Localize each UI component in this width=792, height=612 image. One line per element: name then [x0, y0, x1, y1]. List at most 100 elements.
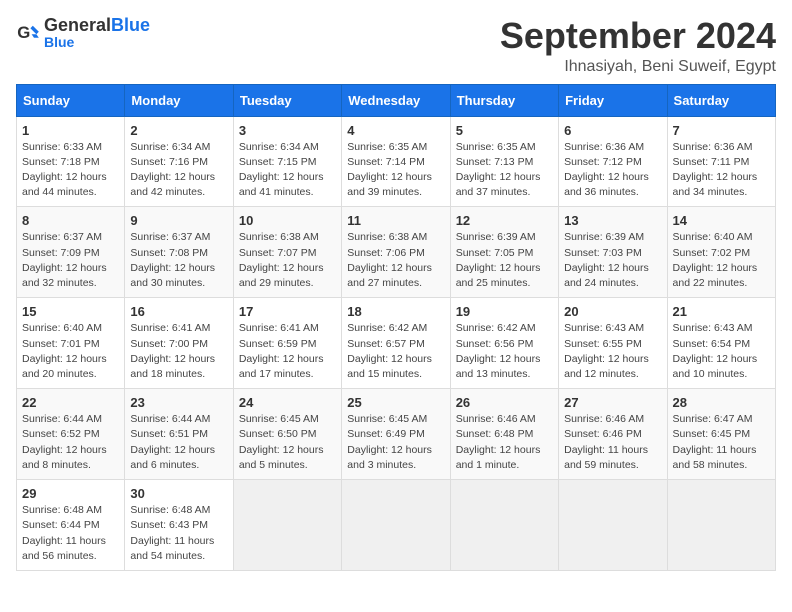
day-cell-30: 30 Sunrise: 6:48 AMSunset: 6:43 PMDaylig…	[125, 480, 233, 571]
day-cell-7: 7 Sunrise: 6:36 AMSunset: 7:11 PMDayligh…	[667, 116, 775, 207]
day-cell-6: 6 Sunrise: 6:36 AMSunset: 7:12 PMDayligh…	[559, 116, 667, 207]
day-info: Sunrise: 6:44 AMSunset: 6:52 PMDaylight:…	[22, 412, 119, 473]
day-number: 21	[673, 304, 770, 319]
day-info: Sunrise: 6:40 AMSunset: 7:01 PMDaylight:…	[22, 321, 119, 382]
day-number: 30	[130, 486, 227, 501]
day-info: Sunrise: 6:42 AMSunset: 6:56 PMDaylight:…	[456, 321, 553, 382]
day-info: Sunrise: 6:35 AMSunset: 7:13 PMDaylight:…	[456, 140, 553, 201]
calendar-header-row: Sunday Monday Tuesday Wednesday Thursday…	[17, 84, 776, 116]
day-info: Sunrise: 6:41 AMSunset: 7:00 PMDaylight:…	[130, 321, 227, 382]
day-number: 10	[239, 213, 336, 228]
day-number: 4	[347, 123, 444, 138]
day-number: 15	[22, 304, 119, 319]
day-cell-26: 26 Sunrise: 6:46 AMSunset: 6:48 PMDaylig…	[450, 389, 558, 480]
day-info: Sunrise: 6:46 AMSunset: 6:48 PMDaylight:…	[456, 412, 553, 473]
day-number: 27	[564, 395, 661, 410]
day-info: Sunrise: 6:42 AMSunset: 6:57 PMDaylight:…	[347, 321, 444, 382]
day-info: Sunrise: 6:44 AMSunset: 6:51 PMDaylight:…	[130, 412, 227, 473]
day-info: Sunrise: 6:45 AMSunset: 6:50 PMDaylight:…	[239, 412, 336, 473]
day-info: Sunrise: 6:34 AMSunset: 7:16 PMDaylight:…	[130, 140, 227, 201]
day-cell-23: 23 Sunrise: 6:44 AMSunset: 6:51 PMDaylig…	[125, 389, 233, 480]
header-saturday: Saturday	[667, 84, 775, 116]
day-number: 11	[347, 213, 444, 228]
day-number: 19	[456, 304, 553, 319]
day-cell-empty	[342, 480, 450, 571]
day-cell-empty	[233, 480, 341, 571]
day-number: 1	[22, 123, 119, 138]
calendar-table: Sunday Monday Tuesday Wednesday Thursday…	[16, 84, 776, 571]
day-cell-8: 8 Sunrise: 6:37 AMSunset: 7:09 PMDayligh…	[17, 207, 125, 298]
day-info: Sunrise: 6:41 AMSunset: 6:59 PMDaylight:…	[239, 321, 336, 382]
day-cell-15: 15 Sunrise: 6:40 AMSunset: 7:01 PMDaylig…	[17, 298, 125, 389]
header-wednesday: Wednesday	[342, 84, 450, 116]
day-number: 22	[22, 395, 119, 410]
day-info: Sunrise: 6:37 AMSunset: 7:09 PMDaylight:…	[22, 230, 119, 291]
day-number: 8	[22, 213, 119, 228]
day-number: 25	[347, 395, 444, 410]
day-cell-empty	[667, 480, 775, 571]
day-cell-12: 12 Sunrise: 6:39 AMSunset: 7:05 PMDaylig…	[450, 207, 558, 298]
day-cell-10: 10 Sunrise: 6:38 AMSunset: 7:07 PMDaylig…	[233, 207, 341, 298]
day-cell-17: 17 Sunrise: 6:41 AMSunset: 6:59 PMDaylig…	[233, 298, 341, 389]
day-number: 28	[673, 395, 770, 410]
day-cell-22: 22 Sunrise: 6:44 AMSunset: 6:52 PMDaylig…	[17, 389, 125, 480]
day-number: 9	[130, 213, 227, 228]
logo: G GeneralBlue Blue	[16, 16, 150, 50]
day-cell-18: 18 Sunrise: 6:42 AMSunset: 6:57 PMDaylig…	[342, 298, 450, 389]
day-info: Sunrise: 6:39 AMSunset: 7:03 PMDaylight:…	[564, 230, 661, 291]
day-info: Sunrise: 6:33 AMSunset: 7:18 PMDaylight:…	[22, 140, 119, 201]
day-cell-9: 9 Sunrise: 6:37 AMSunset: 7:08 PMDayligh…	[125, 207, 233, 298]
day-cell-2: 2 Sunrise: 6:34 AMSunset: 7:16 PMDayligh…	[125, 116, 233, 207]
logo-general: General	[44, 16, 111, 34]
day-info: Sunrise: 6:40 AMSunset: 7:02 PMDaylight:…	[673, 230, 770, 291]
day-cell-4: 4 Sunrise: 6:35 AMSunset: 7:14 PMDayligh…	[342, 116, 450, 207]
day-number: 29	[22, 486, 119, 501]
day-number: 26	[456, 395, 553, 410]
day-info: Sunrise: 6:39 AMSunset: 7:05 PMDaylight:…	[456, 230, 553, 291]
day-info: Sunrise: 6:48 AMSunset: 6:43 PMDaylight:…	[130, 503, 227, 564]
day-info: Sunrise: 6:35 AMSunset: 7:14 PMDaylight:…	[347, 140, 444, 201]
day-number: 24	[239, 395, 336, 410]
day-cell-3: 3 Sunrise: 6:34 AMSunset: 7:15 PMDayligh…	[233, 116, 341, 207]
day-number: 13	[564, 213, 661, 228]
day-cell-empty	[450, 480, 558, 571]
header-monday: Monday	[125, 84, 233, 116]
calendar-week-1: 1 Sunrise: 6:33 AMSunset: 7:18 PMDayligh…	[17, 116, 776, 207]
logo-blue-text: Blue	[111, 16, 150, 34]
day-info: Sunrise: 6:37 AMSunset: 7:08 PMDaylight:…	[130, 230, 227, 291]
day-number: 5	[456, 123, 553, 138]
day-number: 7	[673, 123, 770, 138]
title-area: September 2024 Ihnasiyah, Beni Suweif, E…	[500, 16, 776, 76]
day-info: Sunrise: 6:47 AMSunset: 6:45 PMDaylight:…	[673, 412, 770, 473]
day-number: 3	[239, 123, 336, 138]
header-tuesday: Tuesday	[233, 84, 341, 116]
calendar-week-2: 8 Sunrise: 6:37 AMSunset: 7:09 PMDayligh…	[17, 207, 776, 298]
day-number: 12	[456, 213, 553, 228]
calendar-week-5: 29 Sunrise: 6:48 AMSunset: 6:44 PMDaylig…	[17, 480, 776, 571]
day-cell-empty	[559, 480, 667, 571]
day-info: Sunrise: 6:43 AMSunset: 6:54 PMDaylight:…	[673, 321, 770, 382]
day-cell-13: 13 Sunrise: 6:39 AMSunset: 7:03 PMDaylig…	[559, 207, 667, 298]
day-number: 18	[347, 304, 444, 319]
logo-icon: G	[16, 21, 40, 45]
header-thursday: Thursday	[450, 84, 558, 116]
header: G GeneralBlue Blue September 2024 Ihnasi…	[16, 16, 776, 76]
day-cell-27: 27 Sunrise: 6:46 AMSunset: 6:46 PMDaylig…	[559, 389, 667, 480]
day-number: 20	[564, 304, 661, 319]
day-cell-29: 29 Sunrise: 6:48 AMSunset: 6:44 PMDaylig…	[17, 480, 125, 571]
day-info: Sunrise: 6:48 AMSunset: 6:44 PMDaylight:…	[22, 503, 119, 564]
day-cell-21: 21 Sunrise: 6:43 AMSunset: 6:54 PMDaylig…	[667, 298, 775, 389]
day-info: Sunrise: 6:36 AMSunset: 7:12 PMDaylight:…	[564, 140, 661, 201]
header-friday: Friday	[559, 84, 667, 116]
day-cell-28: 28 Sunrise: 6:47 AMSunset: 6:45 PMDaylig…	[667, 389, 775, 480]
calendar-week-3: 15 Sunrise: 6:40 AMSunset: 7:01 PMDaylig…	[17, 298, 776, 389]
day-cell-16: 16 Sunrise: 6:41 AMSunset: 7:00 PMDaylig…	[125, 298, 233, 389]
day-info: Sunrise: 6:38 AMSunset: 7:07 PMDaylight:…	[239, 230, 336, 291]
day-cell-5: 5 Sunrise: 6:35 AMSunset: 7:13 PMDayligh…	[450, 116, 558, 207]
day-number: 17	[239, 304, 336, 319]
day-cell-19: 19 Sunrise: 6:42 AMSunset: 6:56 PMDaylig…	[450, 298, 558, 389]
location-title: Ihnasiyah, Beni Suweif, Egypt	[500, 58, 776, 76]
day-number: 14	[673, 213, 770, 228]
day-cell-11: 11 Sunrise: 6:38 AMSunset: 7:06 PMDaylig…	[342, 207, 450, 298]
day-info: Sunrise: 6:45 AMSunset: 6:49 PMDaylight:…	[347, 412, 444, 473]
